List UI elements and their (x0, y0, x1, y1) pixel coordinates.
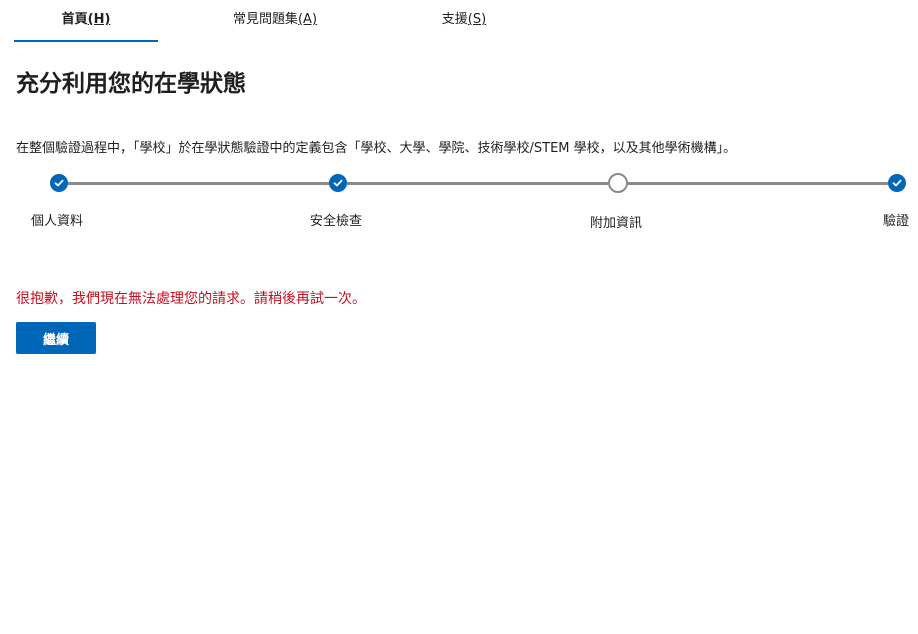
step-1-checkmark-icon (50, 174, 68, 192)
error-message: 很抱歉，我們現在無法處理您的請求。請稍後再試一次。 (16, 291, 366, 307)
step-4-label: 驗證 (883, 214, 910, 229)
tab-faq-label: 常見問題集 (232, 12, 298, 27)
tab-support-label: 支援 (441, 12, 468, 27)
step-4-checkmark-icon (888, 174, 906, 192)
tab-support[interactable]: 支援(S) (400, 0, 528, 40)
step-2-checkmark-icon (329, 174, 347, 192)
step-2-label: 安全檢查 (310, 214, 363, 229)
page-title: 充分利用您的在學狀態 (16, 71, 246, 97)
tab-home[interactable]: 首頁(H) (14, 0, 158, 42)
tab-support-access-key: (S) (467, 12, 487, 27)
continue-button[interactable]: 繼續 (16, 322, 96, 354)
page-description: 在整個驗證過程中，「學校」於在學狀態驗證中的定義包含「學校、大學、學院、技術學校… (16, 141, 737, 156)
step-connector-3 (627, 182, 888, 185)
tab-home-access-key: (H) (87, 12, 111, 27)
step-3-label: 附加資訊 (590, 216, 643, 231)
progress-stepper: 個人資料 安全檢查 附加資訊 驗證 (0, 170, 918, 240)
step-3-empty-circle-icon (608, 173, 628, 193)
step-connector-1 (68, 182, 330, 185)
tab-home-label: 首頁 (61, 12, 88, 27)
step-1-label: 個人資料 (31, 214, 84, 229)
tab-faq[interactable]: 常見問題集(A) (200, 0, 350, 40)
tab-faq-access-key: (A) (297, 12, 318, 27)
top-navigation: 首頁(H) 常見問題集(A) 支援(S) (0, 0, 918, 42)
step-connector-2 (347, 182, 608, 185)
